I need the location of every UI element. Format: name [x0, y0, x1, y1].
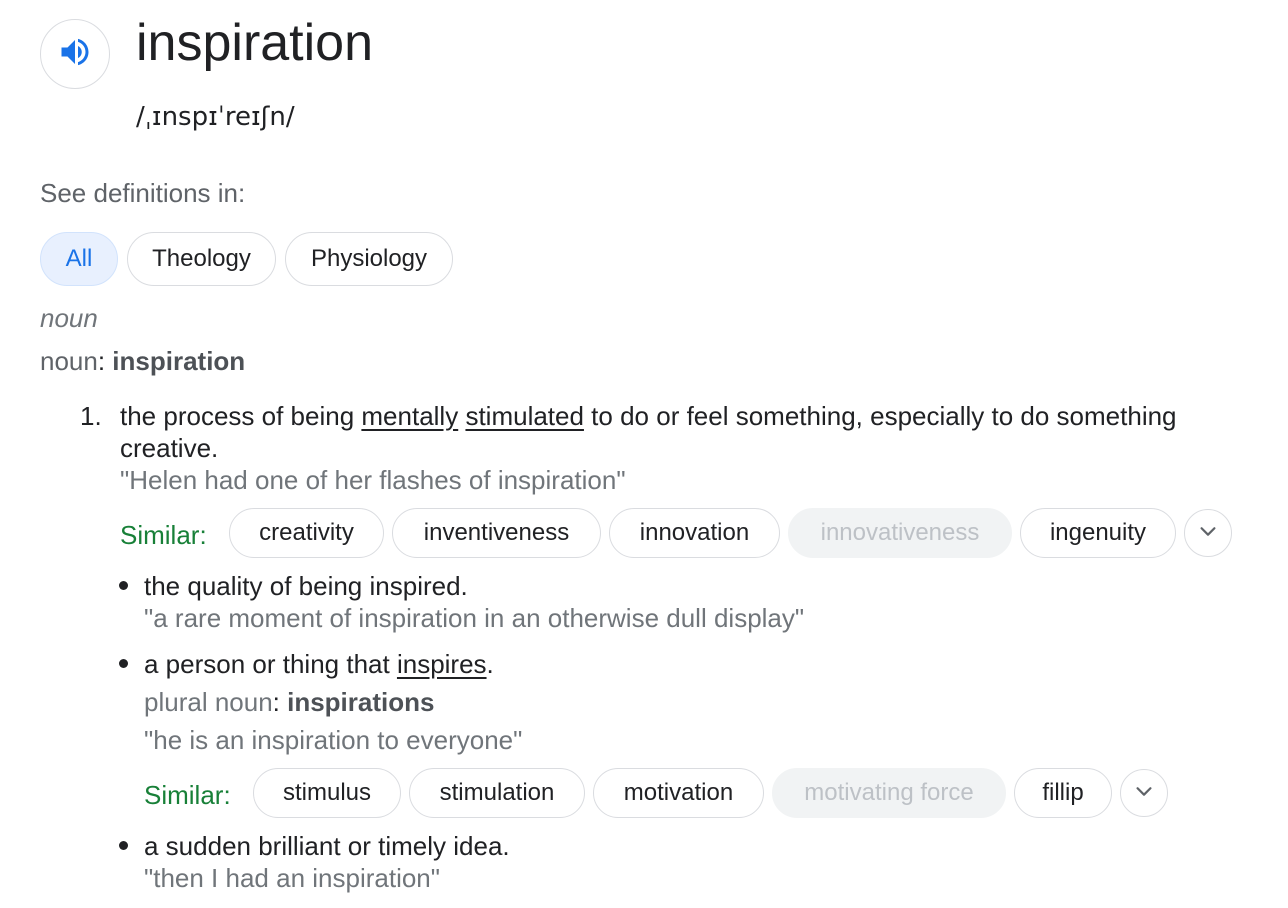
bullet	[119, 841, 128, 850]
similar-innovativeness[interactable]: innovativeness	[788, 508, 1012, 558]
sub2-definition: a person or thing that inspires.	[144, 648, 494, 680]
headword: inspiration	[136, 14, 374, 72]
chevron-down-icon	[1197, 520, 1219, 547]
plural-label: plural noun	[144, 687, 273, 717]
sub3-example: "then I had an inspiration"	[144, 863, 440, 893]
def-period: .	[486, 649, 494, 679]
chip-all[interactable]: All	[40, 232, 118, 286]
pronunciation-button[interactable]	[40, 19, 110, 89]
expand-similar-button[interactable]	[1184, 509, 1232, 557]
phonetic: /ˌɪnspɪˈreɪʃn/	[136, 102, 295, 132]
noun-label: noun	[40, 346, 98, 376]
similar-motivating-force[interactable]: motivating force	[772, 768, 1006, 818]
def-text: a person or thing that	[144, 649, 397, 679]
similar-creativity[interactable]: creativity	[229, 508, 384, 558]
similar-motivation[interactable]: motivation	[593, 768, 764, 818]
sense-number: 1.	[80, 401, 102, 431]
similar-ingenuity[interactable]: ingenuity	[1020, 508, 1176, 558]
expand-similar-button[interactable]	[1120, 769, 1168, 817]
sub3-definition: a sudden brilliant or timely idea.	[144, 831, 510, 861]
similar-fillip[interactable]: fillip	[1014, 768, 1112, 818]
sub1-definition: the quality of being inspired.	[144, 571, 468, 601]
chip-theology[interactable]: Theology	[127, 232, 276, 286]
def-text-rest: to do or feel something, especially to d…	[583, 401, 1177, 431]
speaker-icon	[57, 34, 93, 75]
similar-label: Similar:	[144, 780, 231, 810]
bullet	[119, 581, 128, 590]
noun-headword-line: noun: inspiration	[40, 345, 245, 377]
def-text: the process of being	[120, 401, 362, 431]
similar-stimulus[interactable]: stimulus	[253, 768, 401, 818]
link-stimulated[interactable]: stimulated	[465, 401, 584, 431]
chevron-down-icon	[1133, 780, 1155, 807]
plural-line: plural noun: inspirations	[144, 686, 434, 718]
similar-innovation[interactable]: innovation	[609, 508, 780, 558]
plural-colon: :	[272, 687, 288, 717]
link-inspires[interactable]: inspires	[397, 649, 487, 679]
see-definitions-label: See definitions in:	[40, 178, 246, 208]
similar-stimulation[interactable]: stimulation	[409, 768, 585, 818]
sense1-definition-cont: creative.	[120, 433, 219, 463]
sub1-example: "a rare moment of inspiration in an othe…	[144, 603, 805, 633]
link-mentally[interactable]: mentally	[361, 401, 458, 431]
sub2-example: "he is an inspiration to everyone"	[144, 725, 523, 755]
plural-form: inspirations	[287, 687, 435, 717]
similar-inventiveness[interactable]: inventiveness	[392, 508, 601, 558]
chip-physiology[interactable]: Physiology	[285, 232, 453, 286]
similar-label: Similar:	[120, 520, 207, 550]
noun-headword: inspiration	[112, 346, 246, 376]
sense1-definition: the process of being mentally stimulated…	[120, 400, 1177, 432]
part-of-speech: noun	[40, 303, 98, 333]
bullet	[119, 659, 128, 668]
noun-colon: :	[97, 346, 113, 376]
sense1-example: "Helen had one of her flashes of inspira…	[120, 465, 626, 495]
